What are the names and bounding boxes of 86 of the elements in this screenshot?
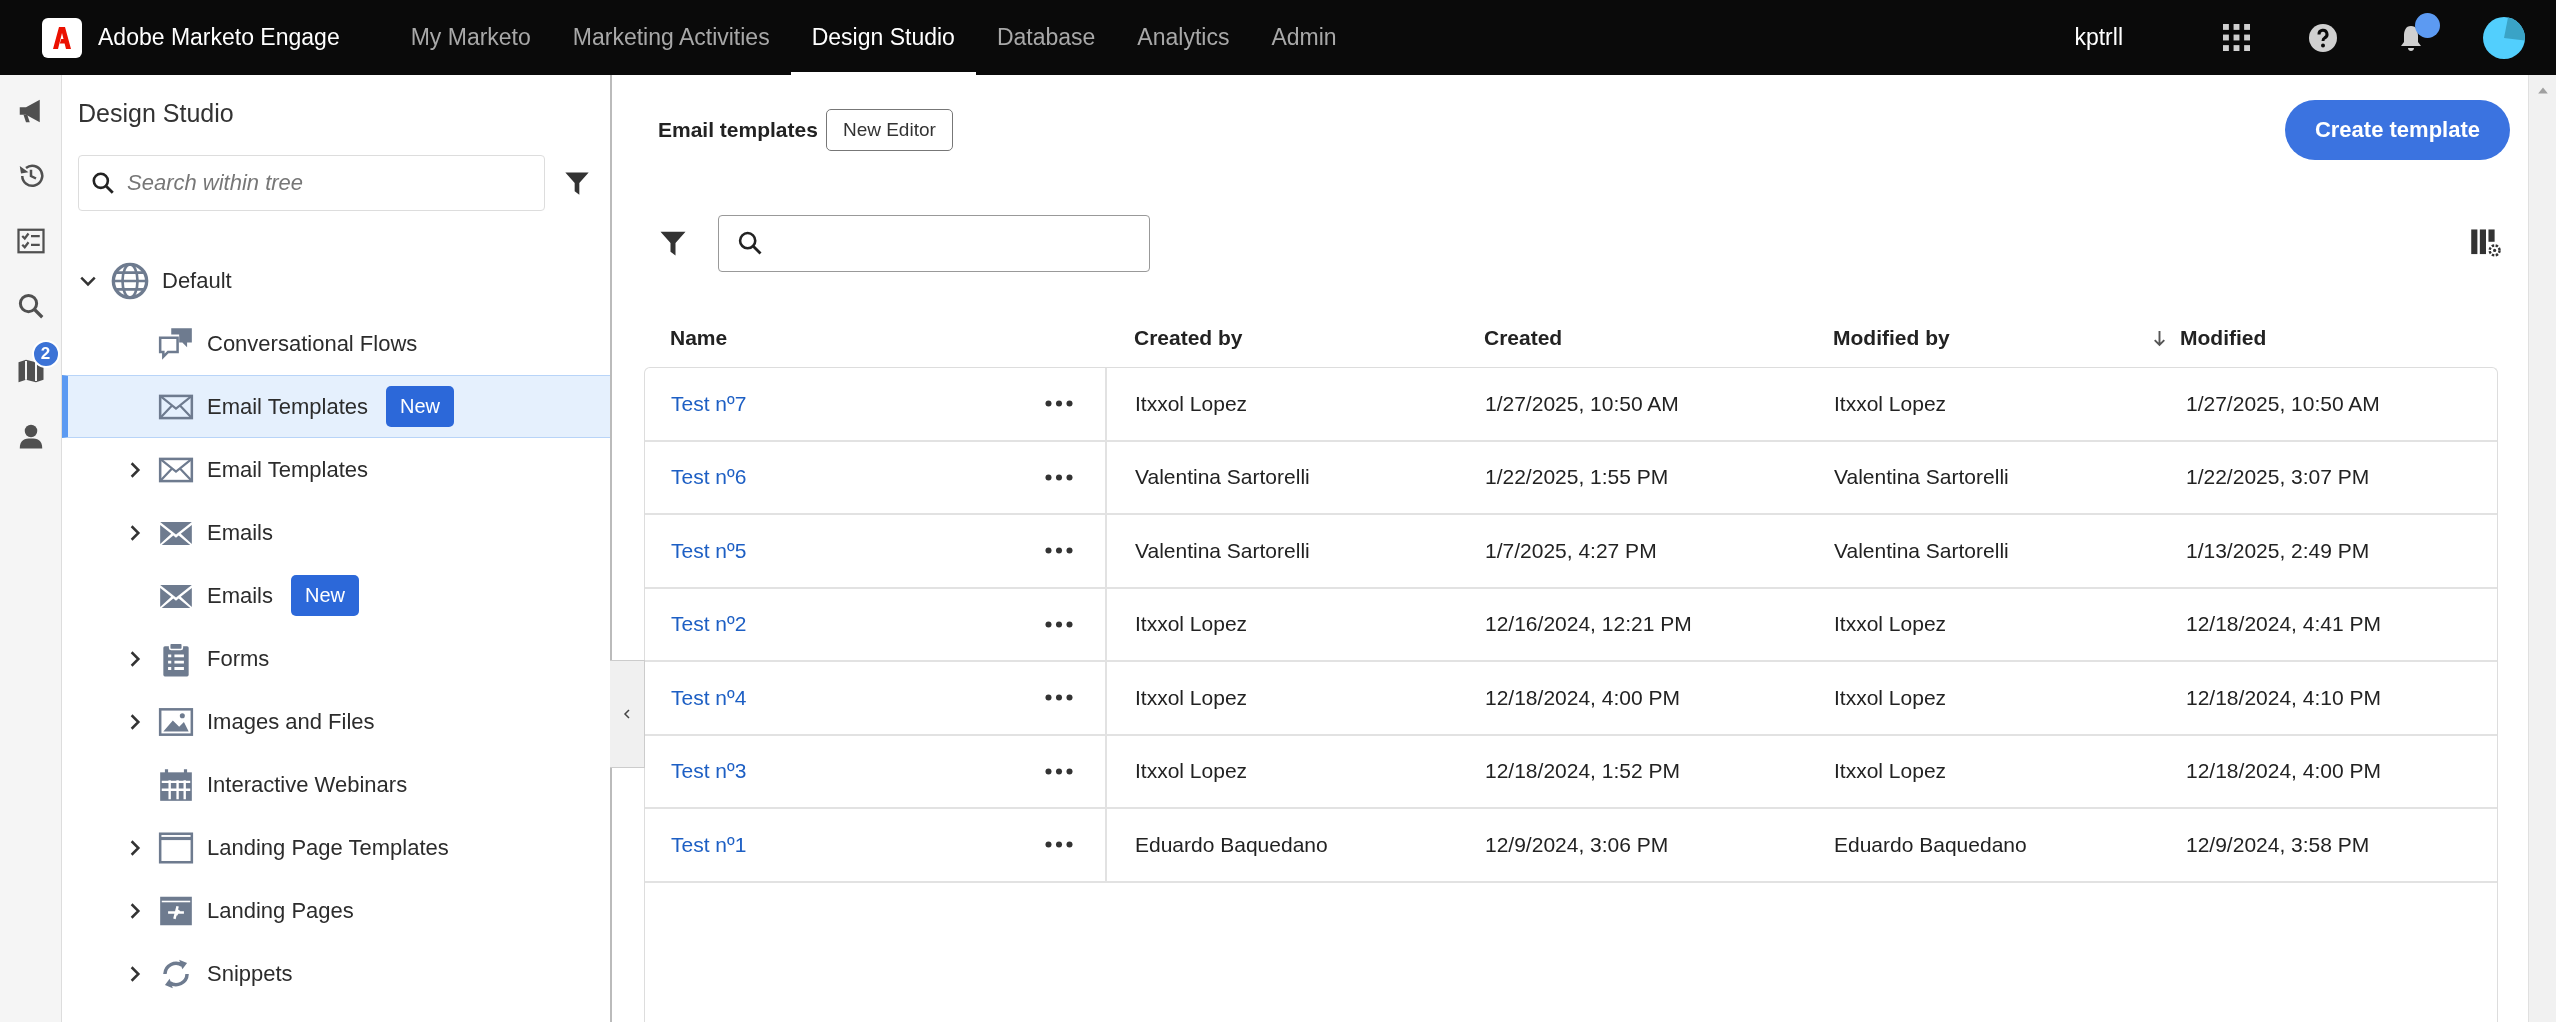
table-cell: Eduardo Baquedano bbox=[1834, 832, 2027, 857]
more-icon[interactable] bbox=[1045, 620, 1073, 628]
template-link[interactable]: Test nº2 bbox=[671, 612, 747, 637]
sort-arrow-icon[interactable] bbox=[2153, 329, 2166, 347]
help-icon[interactable] bbox=[2308, 22, 2338, 53]
search-icon bbox=[90, 170, 116, 196]
table-cell: 1/22/2025, 3:07 PM bbox=[2186, 465, 2370, 490]
new-editor-button[interactable]: New Editor bbox=[825, 109, 953, 151]
scrollbar[interactable] bbox=[2528, 75, 2556, 1022]
new-badge: New bbox=[291, 575, 360, 616]
table-cell: Itxxol Lopez bbox=[1135, 612, 1248, 637]
apps-grid-icon[interactable] bbox=[2223, 24, 2250, 51]
tree-item[interactable]: Snippets bbox=[62, 942, 610, 1005]
table-cell: Itxxol Lopez bbox=[1834, 685, 1947, 710]
column-header[interactable]: Created bbox=[1484, 326, 1563, 350]
table-cell: Itxxol Lopez bbox=[1834, 391, 1947, 416]
more-icon[interactable] bbox=[1045, 473, 1073, 481]
more-icon[interactable] bbox=[1045, 694, 1073, 702]
more-icon[interactable] bbox=[1045, 767, 1073, 775]
product-name: Adobe Marketo Engage bbox=[98, 24, 340, 51]
table-cell: 12/18/2024, 4:00 PM bbox=[2186, 759, 2381, 784]
avatar[interactable] bbox=[2482, 15, 2526, 60]
table-cell: Eduardo Baquedano bbox=[1135, 832, 1328, 857]
tree-item[interactable]: Email Templates New bbox=[62, 375, 610, 438]
column-header[interactable]: Created by bbox=[1134, 326, 1243, 350]
template-link[interactable]: Test nº1 bbox=[671, 832, 747, 857]
table-cell: 12/18/2024, 1:52 PM bbox=[1485, 759, 1680, 784]
page-title: Email templates bbox=[658, 118, 818, 142]
nav-tab[interactable]: Database bbox=[975, 0, 1117, 75]
table-cell: 1/22/2025, 1:55 PM bbox=[1485, 465, 1669, 490]
tree-item[interactable]: Interactive Webinars bbox=[62, 753, 610, 816]
tree-item[interactable]: Forms bbox=[62, 627, 610, 690]
nav-tab[interactable]: Analytics bbox=[1116, 0, 1251, 75]
column-header[interactable]: Name bbox=[670, 326, 728, 350]
table-cell: 1/7/2025, 4:27 PM bbox=[1485, 538, 1657, 563]
tree-item[interactable]: Default bbox=[62, 249, 610, 312]
tree-item[interactable]: Emails New bbox=[62, 564, 610, 627]
table-cell: 12/18/2024, 4:10 PM bbox=[2186, 685, 2381, 710]
create-template-button[interactable]: Create template bbox=[2284, 100, 2510, 160]
tree-item[interactable]: Conversational Flows bbox=[62, 312, 610, 375]
nav-tab[interactable]: Design Studio bbox=[790, 0, 976, 75]
template-link[interactable]: Test nº4 bbox=[671, 685, 747, 710]
table-cell: 12/18/2024, 4:41 PM bbox=[2186, 612, 2381, 637]
search-field[interactable] bbox=[718, 214, 1150, 272]
tree-item[interactable]: Landing Pages bbox=[62, 879, 610, 942]
table-cell: 1/27/2025, 10:50 AM bbox=[2186, 391, 2380, 416]
more-icon[interactable] bbox=[1045, 841, 1073, 849]
checklist-icon[interactable] bbox=[15, 226, 46, 256]
panel-title: Design Studio bbox=[77, 98, 235, 129]
table-cell: 12/18/2024, 4:00 PM bbox=[1485, 685, 1680, 710]
globe-icon bbox=[110, 260, 150, 301]
table-cell: 12/9/2024, 3:06 PM bbox=[1485, 832, 1669, 857]
template-link[interactable]: Test nº6 bbox=[671, 465, 747, 490]
table-cell: 1/27/2025, 10:50 AM bbox=[1485, 391, 1679, 416]
tree-item[interactable]: Images and Files bbox=[62, 690, 610, 753]
table-cell: 12/16/2024, 12:21 PM bbox=[1485, 612, 1692, 637]
collapse-handle[interactable] bbox=[610, 660, 645, 768]
table-cell: Itxxol Lopez bbox=[1135, 391, 1248, 416]
tree-item[interactable]: Emails bbox=[62, 501, 610, 564]
nav-tab[interactable]: Admin bbox=[1250, 0, 1358, 75]
table-cell: 1/13/2025, 2:49 PM bbox=[2186, 538, 2370, 563]
table-cell: Itxxol Lopez bbox=[1834, 759, 1947, 784]
table-cell: 12/9/2024, 3:58 PM bbox=[2186, 832, 2370, 857]
adobe-logo-icon[interactable] bbox=[42, 17, 82, 58]
table-cell: Valentina Sartorelli bbox=[1135, 538, 1310, 563]
column-header[interactable]: Modified bbox=[2180, 326, 2267, 350]
table-cell: Itxxol Lopez bbox=[1834, 612, 1947, 637]
tree-item[interactable]: Email Templates bbox=[62, 438, 610, 501]
column-header[interactable]: Modified by bbox=[1833, 326, 1950, 350]
table-cell: Valentina Sartorelli bbox=[1834, 465, 2009, 490]
template-link[interactable]: Test nº5 bbox=[671, 538, 747, 563]
template-link[interactable]: Test nº7 bbox=[671, 391, 747, 416]
nav-tab[interactable]: Marketing Activities bbox=[551, 0, 791, 75]
table-cell: Itxxol Lopez bbox=[1135, 685, 1248, 710]
user-name[interactable]: kptrll bbox=[2074, 24, 2123, 51]
nav-tab[interactable]: My Marketo bbox=[389, 0, 552, 75]
template-link[interactable]: Test nº3 bbox=[671, 759, 747, 784]
table-cell: Valentina Sartorelli bbox=[1135, 465, 1310, 490]
table-cell: Valentina Sartorelli bbox=[1834, 538, 2009, 563]
more-icon[interactable] bbox=[1045, 547, 1073, 555]
more-icon[interactable] bbox=[1045, 400, 1073, 408]
count-badge: 2 bbox=[31, 340, 60, 368]
table-cell: Itxxol Lopez bbox=[1135, 759, 1248, 784]
column-settings-icon[interactable] bbox=[2470, 227, 2502, 259]
new-badge: New bbox=[386, 386, 454, 427]
tree-item[interactable]: Landing Page Templates bbox=[62, 816, 610, 879]
